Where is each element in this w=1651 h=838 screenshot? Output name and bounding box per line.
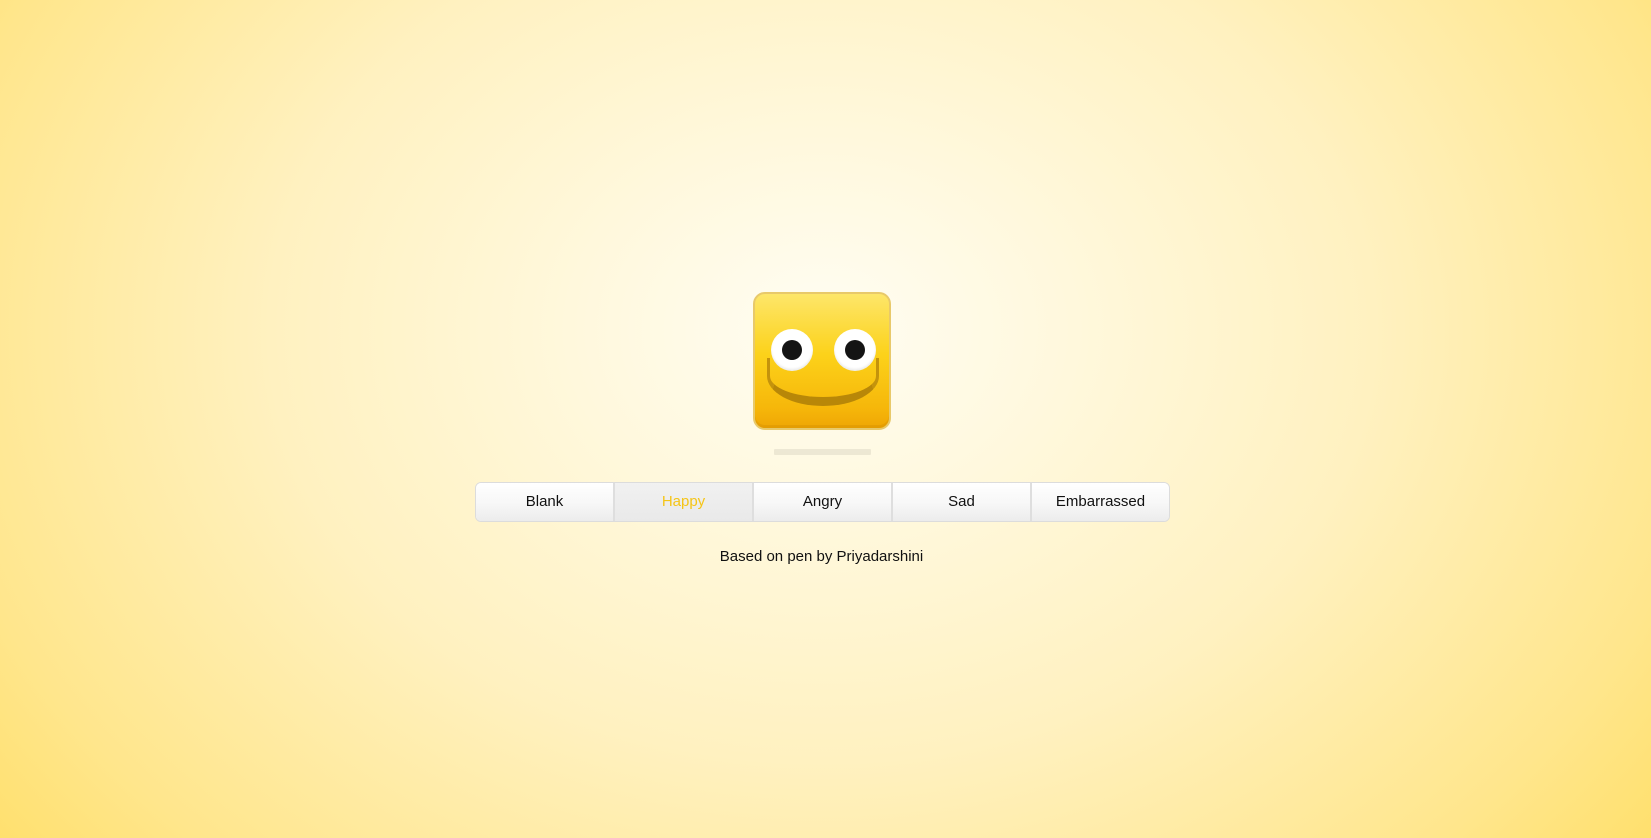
angry-button[interactable]: Angry (754, 483, 893, 521)
left-pupil (782, 340, 802, 360)
blank-button[interactable]: Blank (476, 483, 615, 521)
credit-text: Based on pen by Priyadarshini (719, 548, 924, 565)
sad-button[interactable]: Sad (893, 483, 1032, 521)
emoji-face (753, 292, 891, 430)
mouth-smile (767, 358, 879, 406)
happy-button[interactable]: Happy (615, 483, 754, 521)
expression-button-group: Blank Happy Angry Sad Embarrassed (475, 482, 1170, 522)
right-pupil (845, 340, 865, 360)
face-shadow (774, 449, 871, 455)
page-stage: Blank Happy Angry Sad Embarrassed Based … (0, 0, 1651, 838)
embarrassed-button[interactable]: Embarrassed (1032, 483, 1169, 521)
